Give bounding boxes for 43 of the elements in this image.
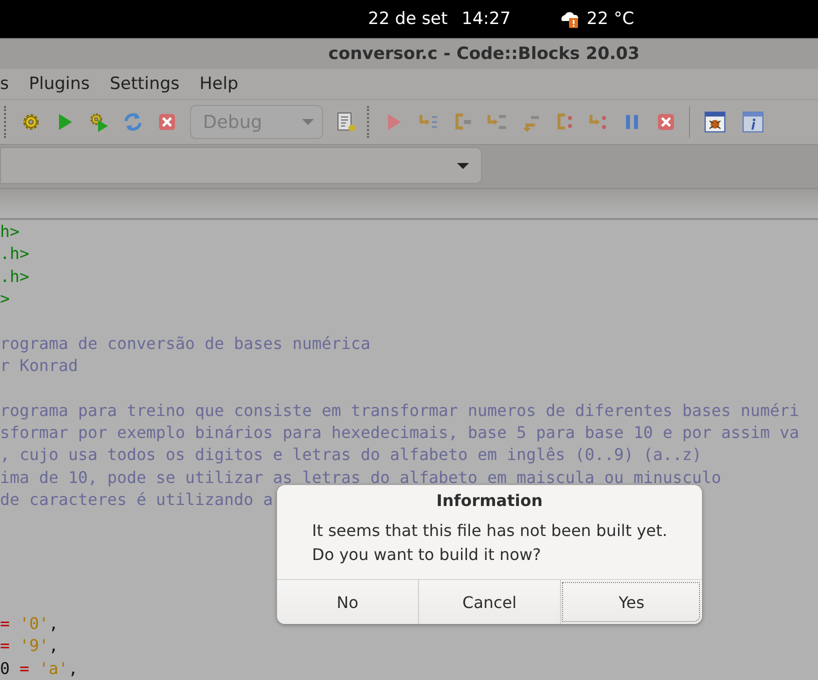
- info-window-icon[interactable]: [740, 110, 766, 134]
- code-token: 0: [0, 658, 10, 678]
- code-token: sformar por exemplo binários para hexedecimais, base 5 para base 10 e por assim va: [0, 423, 800, 442]
- dialog-button[interactable]: No: [277, 580, 418, 624]
- code-token: =: [0, 636, 10, 656]
- code-token: ,: [68, 658, 78, 678]
- weather-alert-icon: [558, 9, 581, 29]
- code-token: >: [0, 289, 10, 308]
- code-token: rograma para treino que consiste em transformar numeros de diferentes bases numéri: [0, 400, 800, 420]
- code-token: 'a': [38, 658, 68, 678]
- code-token: =: [19, 658, 30, 678]
- gear-play-icon[interactable]: [88, 111, 110, 133]
- code-token: '0': [19, 614, 49, 633]
- code-token: .h>: [0, 266, 30, 286]
- menu-item[interactable]: Plugins: [20, 74, 98, 94]
- code-token: r Konrad: [0, 356, 78, 376]
- clock-time: 14:27: [462, 9, 511, 29]
- stop-icon[interactable]: [156, 111, 178, 133]
- build-log-icon[interactable]: [335, 111, 357, 133]
- window-title: conversor.c - Code::Blocks 20.03: [328, 44, 640, 64]
- code-token: ,: [48, 614, 58, 633]
- menu-item[interactable]: Help: [192, 74, 246, 94]
- menu-item[interactable]: Settings: [102, 74, 188, 94]
- refresh-icon[interactable]: [122, 111, 144, 133]
- stop-icon[interactable]: [655, 111, 677, 133]
- dialog-button[interactable]: Cancel: [418, 580, 560, 624]
- code-token: h>: [0, 222, 20, 241]
- code-token: ,: [48, 636, 58, 656]
- code-token: rograma de conversão de bases numérica: [0, 334, 370, 353]
- dialog-title: Information: [435, 490, 544, 510]
- code-token: de caracteres é utilizando a: [0, 490, 273, 510]
- dialog-button[interactable]: Yes: [560, 580, 702, 624]
- code-token: , cujo usa todos os digitos e letras do alfabeto em inglês (0..9) (a..z): [0, 445, 702, 464]
- code-token: '9': [19, 636, 49, 656]
- dialog-message: It seems that this file has not been built yet. Do you want to build it now?: [311, 520, 668, 566]
- scope-dropdown[interactable]: [0, 147, 482, 184]
- debug-window-icon[interactable]: [702, 110, 728, 134]
- code-token: .h>: [0, 244, 30, 264]
- code-token: ima de 10, pode se utilizar as letras do alfabeto em maiscula ou minusculo: [0, 468, 722, 487]
- menu-item[interactable]: s: [0, 74, 17, 94]
- clock-date: 22 de set: [368, 9, 448, 29]
- temperature: 22 °C: [586, 9, 634, 29]
- code-token: =: [0, 614, 10, 633]
